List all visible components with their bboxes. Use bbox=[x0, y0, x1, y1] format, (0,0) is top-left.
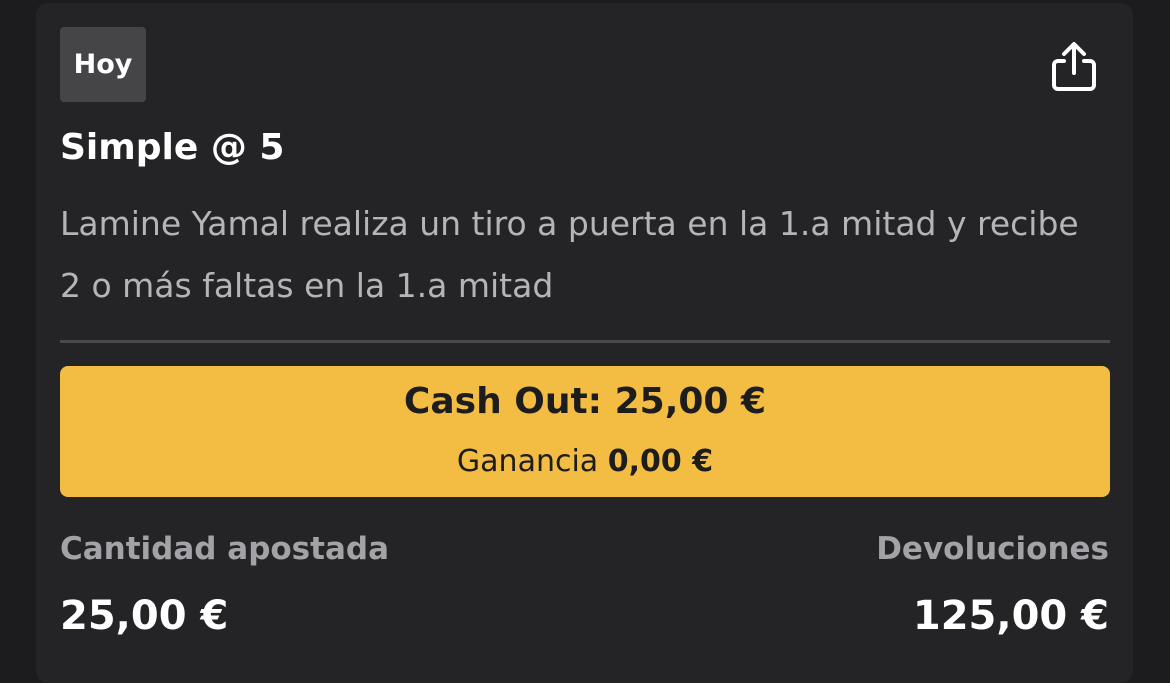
bet-description: Lamine Yamal realiza un tiro a puerta en… bbox=[60, 204, 1079, 305]
profit-value: 0,00 € bbox=[607, 444, 714, 479]
cashout-button[interactable]: Cash Out: 25,00 € Ganancia 0,00 € bbox=[60, 366, 1110, 497]
divider bbox=[60, 340, 1110, 343]
cashout-label: Cash Out: 25,00 € bbox=[403, 381, 767, 422]
date-badge: Hoy bbox=[60, 27, 146, 102]
cashout-profit: Ganancia 0,00 € bbox=[60, 440, 1110, 484]
share-icon[interactable] bbox=[1046, 39, 1102, 95]
stake-value: 25,00 € bbox=[60, 593, 229, 639]
bet-card: Hoy Simple @ 5 Lamine Yamal realiza un t… bbox=[36, 3, 1133, 683]
stake-label: Cantidad apostada bbox=[60, 531, 389, 567]
bet-title: Simple @ 5 bbox=[60, 127, 285, 168]
profit-label: Ganancia bbox=[456, 444, 599, 479]
returns-value: 125,00 € bbox=[912, 593, 1109, 639]
returns-label: Devoluciones bbox=[876, 531, 1109, 567]
